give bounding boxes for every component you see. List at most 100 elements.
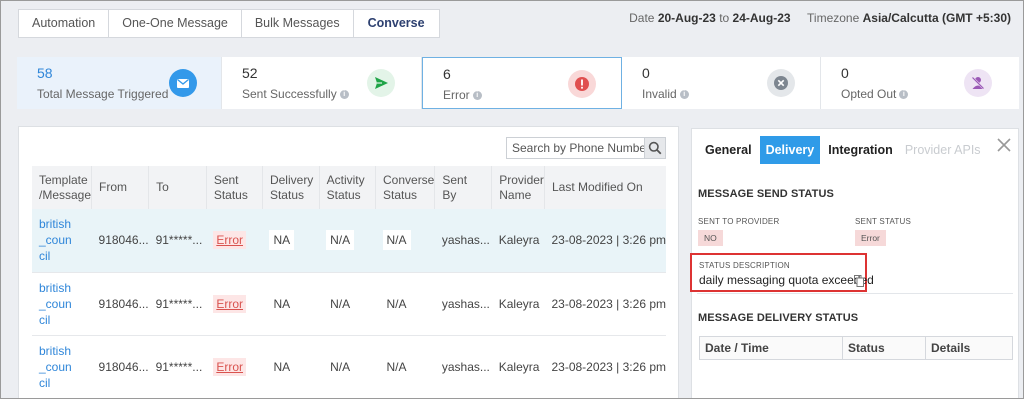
sent-by-cell: yashas...: [441, 233, 490, 248]
converse-status-cell: N/A: [386, 359, 407, 374]
info-icon[interactable]: i: [339, 90, 349, 100]
activity-status-cell: N/A: [330, 359, 351, 374]
delivery-status-cell: NA: [273, 296, 291, 311]
detail-tab-provider-apis: Provider APIs: [904, 143, 981, 157]
to-cell: 91*****...: [155, 359, 203, 374]
stat-card-opted-out[interactable]: 0 Opted Out i: [821, 57, 1019, 109]
error-icon: [568, 70, 596, 98]
search-input[interactable]: Search by Phone Number c: [506, 137, 666, 159]
col-delivery-status[interactable]: Delivery Status: [261, 166, 320, 209]
send-icon: [367, 69, 395, 97]
stat-card-error[interactable]: 6 Error i: [422, 57, 622, 109]
copy-icon[interactable]: [854, 274, 864, 287]
sent-by-cell: yashas...: [441, 359, 490, 374]
template-link[interactable]: british _coun cil: [32, 209, 92, 272]
stat-card-total[interactable]: 58 Total Message Triggered: [17, 57, 222, 109]
template-link[interactable]: british _coun cil: [32, 272, 92, 335]
activity-status-cell: N/A: [319, 209, 375, 272]
col-last-modified[interactable]: Last Modified On: [543, 166, 666, 209]
detail-tab-integration[interactable]: Integration: [822, 136, 899, 164]
sent-status-badge: Error: [855, 230, 886, 246]
delivery-status-table-header: Date / Time Status Details: [699, 336, 1013, 360]
stat-card-invalid[interactable]: 0 Invalid i: [622, 57, 821, 109]
stat-label: Invalid: [642, 87, 677, 101]
provider-cell: Kaleyra: [498, 359, 540, 374]
stat-label: Opted Out: [841, 87, 897, 101]
tab-bulk-messages[interactable]: Bulk Messages: [242, 10, 354, 37]
delivery-status-title: MESSAGE DELIVERY STATUS: [698, 312, 859, 324]
delivery-status-cell: NA: [273, 359, 291, 374]
sent-status-cell: Error: [206, 209, 262, 272]
sent-to-provider-label: SENT TO PROVIDER: [698, 217, 780, 226]
delivery-status-cell: NA: [262, 209, 319, 272]
stat-label-wrap: Sent Successfully i: [242, 87, 421, 101]
error-badge[interactable]: Error: [213, 357, 246, 376]
date-to: 24-Aug-23: [732, 11, 791, 25]
col-to[interactable]: To: [148, 166, 207, 209]
modified-cell: 23-08-2023 | 3:26 pm: [551, 233, 666, 248]
modified-cell: 23-08-2023 | 3:26 pm: [551, 359, 666, 374]
section-divider: [697, 293, 1013, 294]
info-icon[interactable]: i: [899, 90, 909, 100]
error-badge[interactable]: Error: [213, 294, 246, 313]
info-icon[interactable]: i: [472, 91, 482, 101]
col-from[interactable]: From: [91, 166, 149, 209]
delivery-col-status: Status: [842, 337, 925, 359]
table-row[interactable]: british _coun cil 918046... 91*****... Err…: [32, 272, 666, 335]
detail-tab-delivery[interactable]: Delivery: [759, 136, 821, 164]
stat-value: 0: [841, 65, 849, 81]
tab-converse[interactable]: Converse: [354, 10, 439, 37]
messages-panel: Search by Phone Number c Template/Messag…: [18, 126, 679, 398]
col-sent-status[interactable]: Sent Status: [205, 166, 263, 209]
template-link[interactable]: british _coun cil: [32, 335, 92, 398]
from-cell: 918046...: [98, 359, 149, 374]
sent-status-label: SENT STATUS: [855, 217, 911, 226]
close-icon[interactable]: [996, 137, 1012, 153]
tab-one-one-message[interactable]: One-One Message: [109, 10, 242, 37]
col-sent-by[interactable]: Sent By: [434, 166, 492, 209]
detail-tabs: General Delivery Integration Provider AP…: [699, 136, 987, 164]
sent-to-provider-badge: NO: [698, 230, 723, 246]
na-badge: N/A: [326, 230, 355, 251]
tab-automation[interactable]: Automation: [19, 10, 110, 37]
stats-bar: 58 Total Message Triggered 52 Sent Succe…: [17, 57, 1019, 109]
stat-card-sent[interactable]: 52 Sent Successfully i: [222, 57, 422, 109]
col-provider-name[interactable]: Provider Name: [491, 166, 545, 209]
detail-panel: General Delivery Integration Provider AP…: [690, 128, 1019, 398]
sent-by-cell: yashas...: [441, 296, 490, 311]
na-badge: NA: [269, 230, 295, 251]
to-cell: 91*****...: [155, 296, 203, 311]
status-description-value: daily messaging quota exceeded: [699, 273, 874, 287]
error-badge[interactable]: Error: [213, 231, 246, 250]
sent-status-cell: Error: [206, 335, 262, 398]
date-label: Date: [629, 11, 655, 25]
date-from: 20-Aug-23: [657, 11, 716, 25]
search-button[interactable]: [644, 137, 666, 159]
app-frame: Automation One-One Message Bulk Messages…: [0, 0, 1024, 399]
info-icon[interactable]: i: [679, 90, 689, 100]
stat-label: Error: [443, 88, 470, 102]
provider-cell: Kaleyra: [498, 233, 540, 248]
table-row[interactable]: british _coun cil 918046... 91*****... Err…: [32, 209, 666, 272]
table-row[interactable]: british _coun cil 918046... 91*****... Err…: [32, 335, 666, 398]
na-badge: N/A: [382, 230, 411, 251]
detail-tab-general[interactable]: General: [699, 136, 758, 164]
converse-status-cell: N/A: [376, 209, 435, 272]
send-status-title: MESSAGE SEND STATUS: [698, 188, 834, 200]
to-cell: 91*****...: [155, 233, 203, 248]
invalid-icon: [767, 69, 795, 97]
delivery-col-details: Details: [925, 337, 1012, 359]
top-tabs: Automation One-One Message Bulk Messages…: [18, 9, 440, 38]
col-template[interactable]: Template/Message: [32, 166, 92, 209]
date-sep: to: [719, 11, 730, 25]
provider-cell: Kaleyra: [498, 296, 540, 311]
converse-status-cell: N/A: [386, 296, 407, 311]
col-activity-status[interactable]: Activity Status: [318, 166, 376, 209]
activity-status-cell: N/A: [330, 296, 351, 311]
stat-label-wrap: Opted Out i: [841, 87, 1019, 101]
sent-status-cell: Error: [206, 272, 262, 335]
from-cell: 918046...: [98, 233, 149, 248]
modified-cell: 23-08-2023 | 3:26 pm: [551, 296, 666, 311]
from-cell: 918046...: [98, 296, 149, 311]
col-converse-status[interactable]: Converse Status: [374, 166, 435, 209]
